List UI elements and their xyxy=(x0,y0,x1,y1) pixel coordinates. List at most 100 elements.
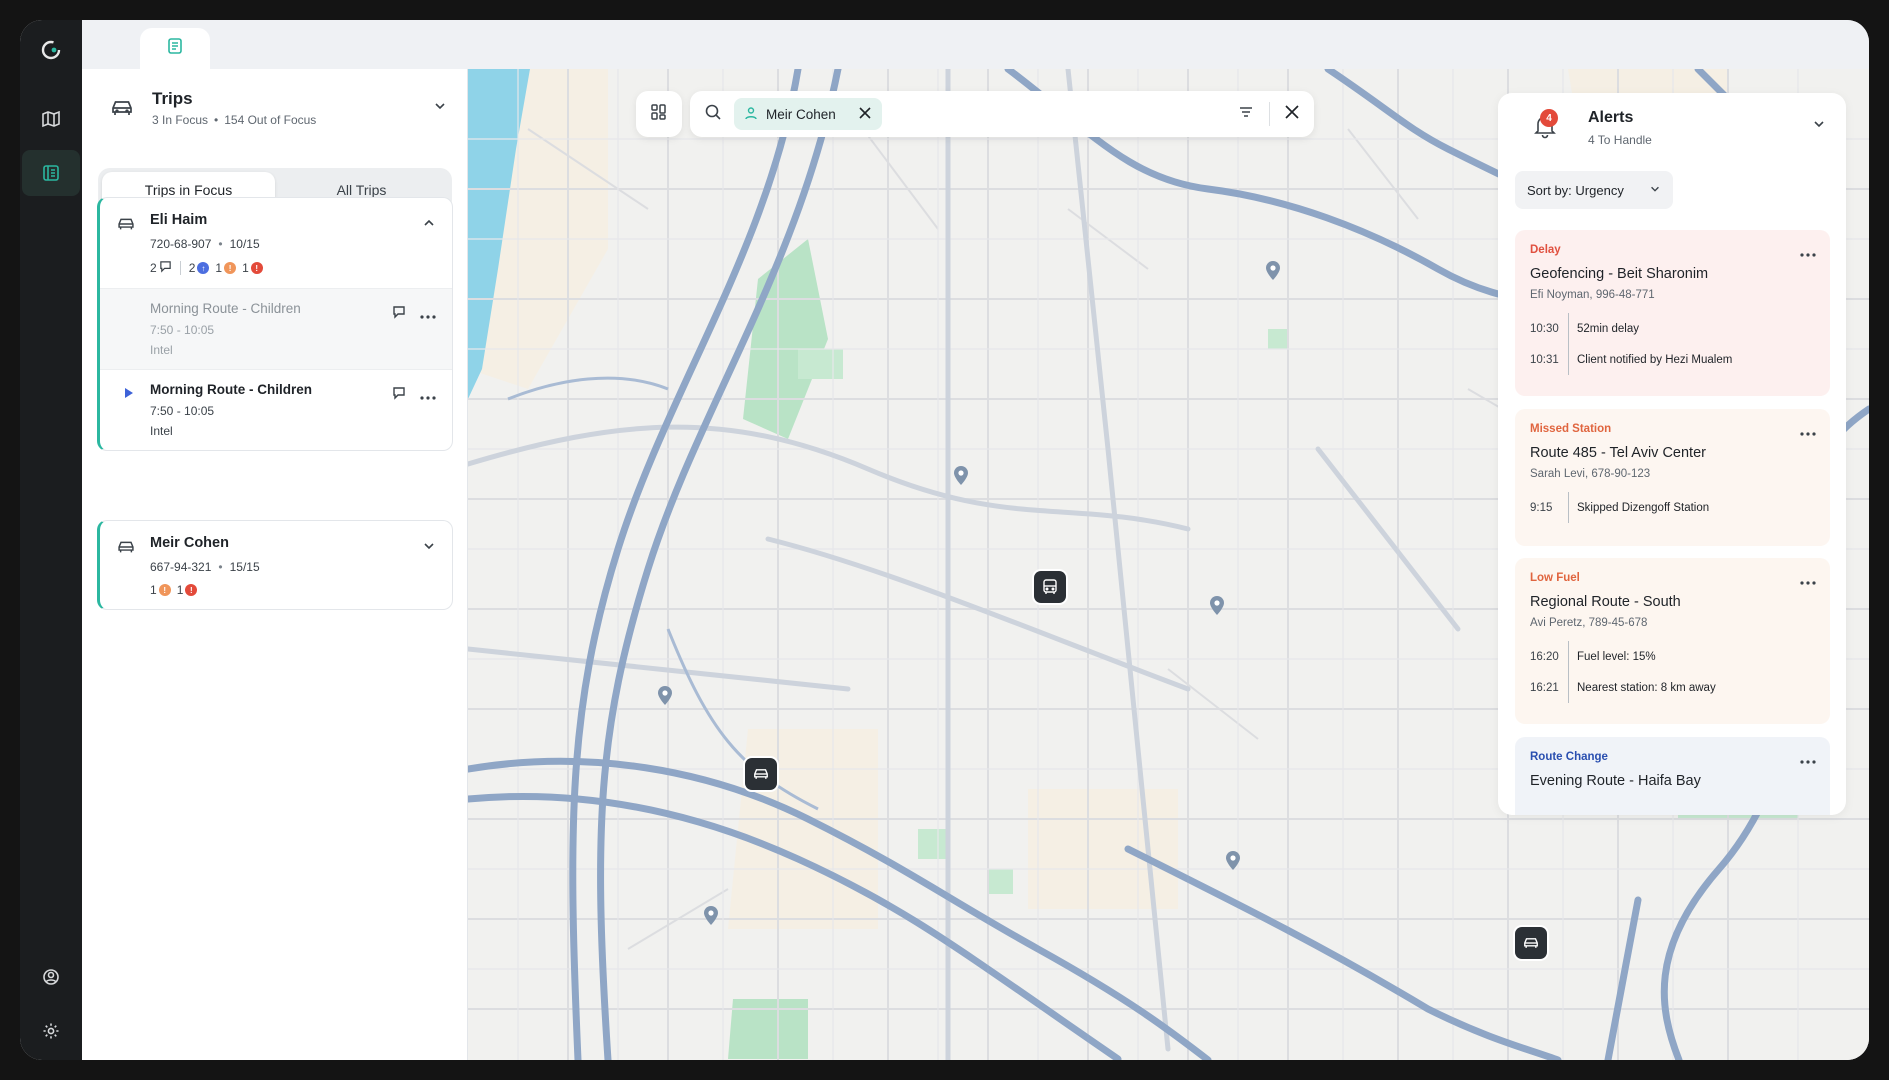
user-icon xyxy=(744,106,758,123)
out-of-focus-count: 154 Out of Focus xyxy=(224,113,317,127)
layers-button[interactable] xyxy=(636,91,682,137)
alerts-subtitle: 4 To Handle xyxy=(1588,133,1652,147)
alerts-title: Alerts xyxy=(1588,109,1634,126)
alert-type: Missed Station xyxy=(1530,423,1612,435)
trips-icon[interactable] xyxy=(22,150,80,196)
bell-icon: 4 xyxy=(1532,109,1558,144)
grid-icon xyxy=(649,102,669,127)
car-icon xyxy=(104,90,140,126)
settings-icon[interactable] xyxy=(22,1008,80,1054)
alert-card[interactable]: Low Fuel Regional Route - South Avi Pere… xyxy=(1515,558,1830,724)
alert-driver: Avi Peretz, 789-45-678 xyxy=(1530,617,1648,629)
more-icon[interactable] xyxy=(1800,244,1816,262)
more-icon[interactable] xyxy=(1800,751,1816,769)
chip-label: Meir Cohen xyxy=(766,106,836,122)
error-badge-icon: ! xyxy=(185,584,198,596)
bus-marker-icon[interactable] xyxy=(1034,571,1066,603)
driver-name: Meir Cohen xyxy=(150,535,229,551)
trip-card[interactable]: Meir Cohen 667-94-321 • 15/15 1! 1! xyxy=(97,520,453,610)
alert-event: 16:21 Nearest station: 8 km away xyxy=(1530,672,1815,703)
map-icon[interactable] xyxy=(22,96,80,142)
location-pin-icon[interactable] xyxy=(702,904,720,926)
driver-name: Eli Haim xyxy=(150,212,208,228)
tab-notes[interactable] xyxy=(140,28,210,69)
alert-card[interactable]: Delay Geofencing - Beit Sharonim Efi Noy… xyxy=(1515,230,1830,396)
chevron-down-icon[interactable] xyxy=(433,99,447,118)
route-location: Intel xyxy=(150,343,173,357)
alert-type: Route Change xyxy=(1530,751,1608,763)
trip-card[interactable]: Eli Haim 720-68-907 • 10/15 2 2 ↑ 1! 1! Mor… xyxy=(97,197,453,451)
alerts-header[interactable]: 4 Alerts 4 To Handle xyxy=(1534,107,1826,153)
app-window: Trips 3 In Focus • 154 Out of Focus Trips … xyxy=(20,20,1869,1060)
car-marker-icon[interactable] xyxy=(1515,927,1547,959)
close-icon[interactable] xyxy=(858,106,872,123)
alert-type: Low Fuel xyxy=(1530,572,1580,584)
clear-search-icon[interactable] xyxy=(1284,104,1300,125)
search-filter-chip[interactable]: Meir Cohen xyxy=(734,98,882,130)
logo-icon[interactable] xyxy=(35,34,67,66)
more-icon[interactable] xyxy=(1800,423,1816,441)
alert-title: Regional Route - South xyxy=(1530,594,1681,610)
chevron-down-icon[interactable] xyxy=(1812,117,1826,136)
location-pin-icon[interactable] xyxy=(1224,849,1242,871)
trip-badges: 2 2 ↑ 1! 1! xyxy=(150,260,436,276)
alert-event: 10:30 52min delay xyxy=(1530,313,1815,344)
chevron-down-icon xyxy=(1649,183,1661,198)
error-badge-icon: ! xyxy=(250,262,263,274)
alert-driver: Efi Noyman, 996-48-771 xyxy=(1530,289,1655,301)
trips-title: Trips xyxy=(152,89,193,108)
alert-card[interactable]: Missed Station Route 485 - Tel Aviv Cent… xyxy=(1515,409,1830,546)
alert-driver: Sarah Levi, 678-90-123 xyxy=(1530,468,1651,480)
route-location: Intel xyxy=(150,424,173,438)
location-pin-icon[interactable] xyxy=(1264,259,1282,281)
route-item[interactable]: Morning Route - Children 7:50 - 10:05 In… xyxy=(100,288,452,369)
sort-dropdown[interactable]: Sort by: Urgency xyxy=(1515,171,1673,209)
notes-icon xyxy=(166,37,184,60)
location-pin-icon[interactable] xyxy=(952,464,970,486)
trip-progress: 10/15 xyxy=(229,237,260,251)
route-item[interactable]: Morning Route - Children 7:50 - 10:05 In… xyxy=(100,369,452,450)
alert-title: Geofencing - Beit Sharonim xyxy=(1530,266,1709,282)
search-icon xyxy=(704,103,722,126)
warning-badge-icon: ! xyxy=(158,584,171,596)
driver-phone: 720-68-907 xyxy=(150,237,212,251)
alert-event: 9:15 Skipped Dizengoff Station xyxy=(1530,492,1815,523)
chevron-down-icon[interactable] xyxy=(422,539,436,558)
chat-icon[interactable] xyxy=(392,386,406,405)
alerts-count-badge: 4 xyxy=(1540,109,1558,127)
alert-type: Delay xyxy=(1530,244,1561,256)
more-icon[interactable] xyxy=(420,306,436,324)
route-time: 7:50 - 10:05 xyxy=(150,404,215,418)
user-icon[interactable] xyxy=(22,954,80,1000)
trip-badges: 1! 1! xyxy=(150,583,436,597)
nav-rail xyxy=(20,20,82,1060)
filter-icon[interactable] xyxy=(1237,103,1255,126)
alert-event: 16:20 Fuel level: 15% xyxy=(1530,641,1815,672)
trip-progress: 15/15 xyxy=(229,560,260,574)
alert-title: Evening Route - Haifa Bay xyxy=(1530,773,1701,789)
car-icon xyxy=(116,214,136,239)
info-badge-icon: ↑ xyxy=(197,262,210,274)
chat-icon[interactable] xyxy=(392,305,406,324)
route-time: 7:50 - 10:05 xyxy=(150,323,215,337)
alert-card[interactable]: Route Change Evening Route - Haifa Bay xyxy=(1515,737,1830,815)
alerts-panel: 4 Alerts 4 To Handle Sort by: Urgency De… xyxy=(1498,93,1846,815)
trips-panel: Trips 3 In Focus • 154 Out of Focus Trips … xyxy=(82,69,468,1060)
search-bar[interactable]: Meir Cohen xyxy=(690,91,1314,137)
car-icon xyxy=(116,537,136,562)
alert-title: Route 485 - Tel Aviv Center xyxy=(1530,445,1706,461)
car-marker-icon[interactable] xyxy=(745,758,777,790)
in-focus-count: 3 In Focus xyxy=(152,113,209,127)
sort-label: Sort by: Urgency xyxy=(1527,182,1624,198)
driver-phone: 667-94-321 xyxy=(150,560,212,574)
warning-badge-icon: ! xyxy=(224,262,237,274)
message-icon xyxy=(159,260,172,276)
location-pin-icon[interactable] xyxy=(1208,594,1226,616)
location-pin-icon[interactable] xyxy=(656,684,674,706)
play-icon[interactable] xyxy=(124,386,134,404)
chevron-up-icon[interactable] xyxy=(422,216,436,235)
more-icon[interactable] xyxy=(420,387,436,405)
tab-strip xyxy=(82,20,1869,69)
more-icon[interactable] xyxy=(1800,572,1816,590)
trips-header[interactable]: Trips 3 In Focus • 154 Out of Focus xyxy=(104,83,447,133)
